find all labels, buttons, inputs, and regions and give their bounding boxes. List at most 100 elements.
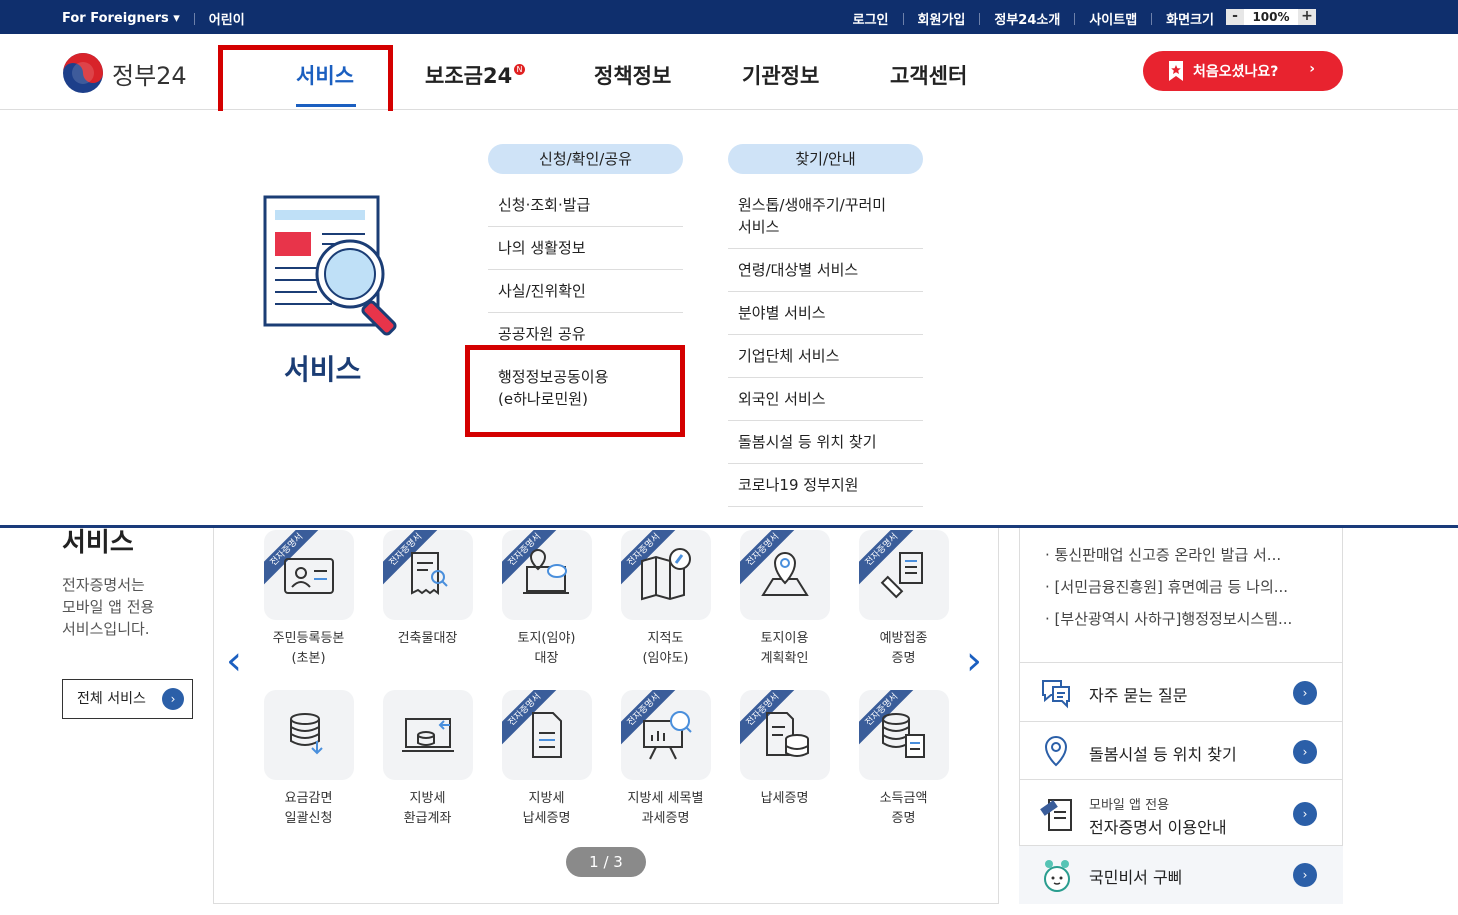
document-database-icon bbox=[766, 712, 809, 757]
mega-menu-title: 서비스 bbox=[284, 353, 362, 386]
national-secretary-link[interactable]: 국민비서 구삐 › bbox=[1019, 845, 1343, 904]
about-link[interactable]: 정부24소개 bbox=[994, 9, 1060, 28]
mobile-ecert-guide-link[interactable]: 모바일 앱 전용 전자증명서 이용안내 › bbox=[1019, 779, 1343, 845]
desc-line: 전자증명서는 bbox=[62, 576, 145, 594]
divider bbox=[488, 269, 683, 270]
all-services-button[interactable]: 전체 서비스 › bbox=[62, 679, 193, 719]
tile-label: 토지(임야) 대장 bbox=[517, 631, 576, 666]
mobile-certificate-icon bbox=[1040, 799, 1072, 831]
divider bbox=[728, 463, 923, 464]
tile-bg: 전자증명서 bbox=[621, 690, 711, 780]
map-compass-icon bbox=[641, 548, 691, 601]
document-magnifier-illustration bbox=[263, 195, 397, 336]
chevron-right-icon: › bbox=[1293, 740, 1317, 764]
top-left-links: For Foreigners ▾ 어린이 bbox=[62, 9, 245, 28]
care-facility-label: 돌봄시설 등 위치 찾기 bbox=[1089, 745, 1237, 764]
divider bbox=[1074, 12, 1076, 25]
carousel-prev-button[interactable]: ‹ bbox=[226, 638, 242, 684]
divider bbox=[728, 420, 923, 421]
tile-label: 납세증명 bbox=[760, 791, 809, 806]
nav-subsidy24[interactable]: 보조금24 bbox=[425, 60, 512, 90]
site-logo[interactable]: 정부24 bbox=[62, 52, 187, 94]
col-heading-find-guide: 찾기/안내 bbox=[728, 144, 923, 174]
tile-label: 지방세 세목별 과세증명 bbox=[627, 791, 704, 826]
zoom-out-button[interactable]: - bbox=[1226, 9, 1244, 25]
chevron-right-icon: › bbox=[1293, 802, 1317, 826]
all-services-label: 전체 서비스 bbox=[77, 691, 146, 707]
menu-item-apply-view-issue[interactable]: 신청·조회·발급 bbox=[498, 194, 590, 216]
tile-label: 지방세 환급계좌 bbox=[403, 791, 452, 826]
tile-bg bbox=[383, 690, 473, 780]
news-item[interactable]: · [부산광역시 사하구]행정정보시스템... bbox=[1045, 608, 1292, 629]
tile-label: 지방세 납세증명 bbox=[522, 791, 571, 826]
tile-bg: 전자증명서 bbox=[740, 530, 830, 620]
tile-label: 소득금액 증명 bbox=[879, 791, 928, 826]
nav-customer-center[interactable]: 고객센터 bbox=[890, 60, 967, 90]
top-utility-bar: For Foreigners ▾ 어린이 로그인 회원가입 정부24소개 사이트… bbox=[0, 0, 1458, 34]
news-item[interactable]: · 통신판매업 신고증 온라인 발급 서... bbox=[1045, 544, 1281, 565]
laptop-location-icon bbox=[523, 549, 569, 594]
divider bbox=[728, 377, 923, 378]
tile-label: 요금감면 일괄신청 bbox=[284, 791, 333, 826]
tile-bg: 전자증명서 bbox=[502, 530, 592, 620]
presentation-chart-icon bbox=[643, 711, 692, 760]
menu-item-public-resource-share[interactable]: 공공자원 공유 bbox=[498, 323, 586, 345]
kids-link[interactable]: 어린이 bbox=[209, 9, 245, 28]
screen-size-label: 화면크기 bbox=[1166, 13, 1214, 28]
menu-item-age-target-services[interactable]: 연령/대상별 서비스 bbox=[738, 259, 858, 281]
location-pin-icon bbox=[1044, 735, 1068, 767]
tile-bg: 전자증명서 bbox=[621, 530, 711, 620]
divider bbox=[902, 12, 904, 25]
first-visit-button[interactable]: 처음오셨나요? › bbox=[1143, 51, 1343, 91]
monitor-coins-icon bbox=[402, 718, 454, 752]
divider bbox=[488, 312, 683, 313]
chevron-right-icon: › bbox=[1293, 681, 1317, 705]
section-description: 전자증명서는 모바일 앱 전용 서비스입니다. bbox=[62, 574, 192, 640]
menu-item-fact-check[interactable]: 사실/진위확인 bbox=[498, 280, 586, 302]
faq-label: 자주 묻는 질문 bbox=[1089, 686, 1188, 705]
highlight-box-admin-info-sharing bbox=[465, 345, 685, 437]
taegeuk-logo-icon bbox=[63, 53, 103, 93]
tile-bg: 전자증명서 bbox=[859, 690, 949, 780]
menu-item-foreigner-services[interactable]: 외국인 서비스 bbox=[738, 388, 826, 410]
divider bbox=[193, 12, 195, 25]
menu-item-onestop-lifecycle[interactable]: 원스톱/생애주기/꾸러미 서비스 bbox=[738, 194, 886, 238]
database-download-icon bbox=[290, 713, 323, 755]
menu-item-business-services[interactable]: 기업단체 서비스 bbox=[738, 345, 839, 367]
menu-item-care-facility-search[interactable]: 돌봄시설 등 위치 찾기 bbox=[738, 431, 877, 453]
for-foreigners-link[interactable]: For Foreigners ▾ bbox=[62, 11, 180, 26]
divider bbox=[488, 226, 683, 227]
faq-link[interactable]: 자주 묻는 질문 › bbox=[1019, 662, 1343, 722]
menu-item-my-life-info[interactable]: 나의 생활정보 bbox=[498, 237, 586, 259]
divider bbox=[728, 506, 923, 507]
divider bbox=[1151, 12, 1153, 25]
carousel-next-button[interactable]: › bbox=[966, 638, 982, 684]
tile-bg: 전자증명서 bbox=[383, 530, 473, 620]
tile-label: 건축물대장 bbox=[397, 631, 458, 646]
chat-bubbles-icon bbox=[1042, 680, 1070, 709]
gubbi-mascot-icon bbox=[1044, 860, 1070, 892]
tile-bg: 전자증명서 bbox=[859, 530, 949, 620]
divider bbox=[728, 291, 923, 292]
nav-policy-info[interactable]: 정책정보 bbox=[594, 60, 671, 90]
ecert-guide-label: 전자증명서 이용안내 bbox=[1089, 818, 1227, 837]
zoom-in-button[interactable]: + bbox=[1298, 9, 1316, 25]
document-icon bbox=[532, 712, 562, 758]
nav-agency-info[interactable]: 기관정보 bbox=[742, 60, 819, 90]
logo-text: 정부24 bbox=[112, 61, 187, 90]
map-pin-icon bbox=[761, 551, 809, 596]
news-item[interactable]: · [서민금융진흥원] 휴면예금 등 나의... bbox=[1045, 576, 1288, 597]
carousel-pager[interactable]: 1 / 3 bbox=[566, 847, 646, 877]
signup-link[interactable]: 회원가입 bbox=[918, 9, 966, 28]
login-link[interactable]: 로그인 bbox=[853, 9, 889, 28]
menu-item-line: 원스톱/생애주기/꾸러미 bbox=[738, 196, 887, 214]
care-facility-link[interactable]: 돌봄시설 등 위치 찾기 › bbox=[1019, 721, 1343, 780]
chevron-right-icon: › bbox=[1293, 863, 1317, 887]
bookmark-star-icon bbox=[1169, 61, 1183, 81]
tile-label: 지적도 (임야도) bbox=[642, 631, 689, 666]
menu-item-field-services[interactable]: 분야별 서비스 bbox=[738, 302, 826, 324]
menu-item-covid19-support[interactable]: 코로나19 정부지원 bbox=[738, 474, 858, 496]
chevron-right-icon: › bbox=[162, 688, 184, 710]
divider bbox=[728, 248, 923, 249]
sitemap-link[interactable]: 사이트맵 bbox=[1089, 9, 1137, 28]
